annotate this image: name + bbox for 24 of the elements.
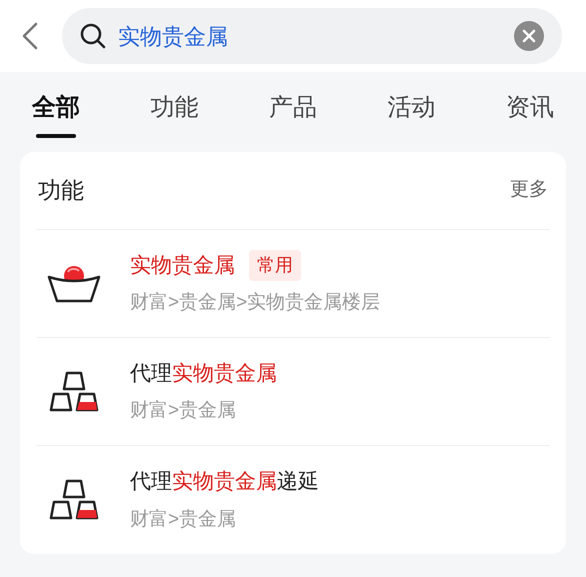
back-icon[interactable]: [20, 22, 40, 50]
result-item[interactable]: 代理实物贵金属 财富>贵金属: [36, 338, 550, 446]
result-path: 财富>贵金属: [130, 399, 238, 423]
tab[interactable]: 产品: [269, 90, 317, 152]
stacked-bars-icon: [48, 370, 100, 414]
result-item[interactable]: 实物贵金属 常用 财富>贵金属>实物贵金属楼层: [36, 230, 550, 338]
stacked-bars-icon: [48, 478, 100, 522]
clear-icon[interactable]: [514, 21, 544, 51]
result-path: 财富>贵金属: [130, 508, 238, 532]
search-icon: [80, 23, 106, 49]
result-title: 实物贵金属: [130, 252, 235, 278]
tab[interactable]: 功能: [150, 90, 198, 152]
section-title: 功能: [38, 176, 84, 206]
result-item[interactable]: 代理实物贵金属递延 财富>贵金属: [36, 446, 550, 554]
more-link[interactable]: 更多: [510, 176, 548, 205]
search-field[interactable]: 实物贵金属: [62, 8, 562, 64]
result-title: 代理实物贵金属: [130, 360, 277, 386]
result-title: 代理实物贵金属递延: [130, 469, 319, 495]
search-text: 实物贵金属: [118, 22, 229, 50]
tag: 常用: [249, 250, 301, 281]
tab[interactable]: 全部: [32, 90, 80, 152]
tab[interactable]: 活动: [388, 90, 436, 152]
tab[interactable]: 资讯: [506, 90, 554, 152]
result-path: 财富>贵金属>实物贵金属楼层: [130, 291, 380, 315]
